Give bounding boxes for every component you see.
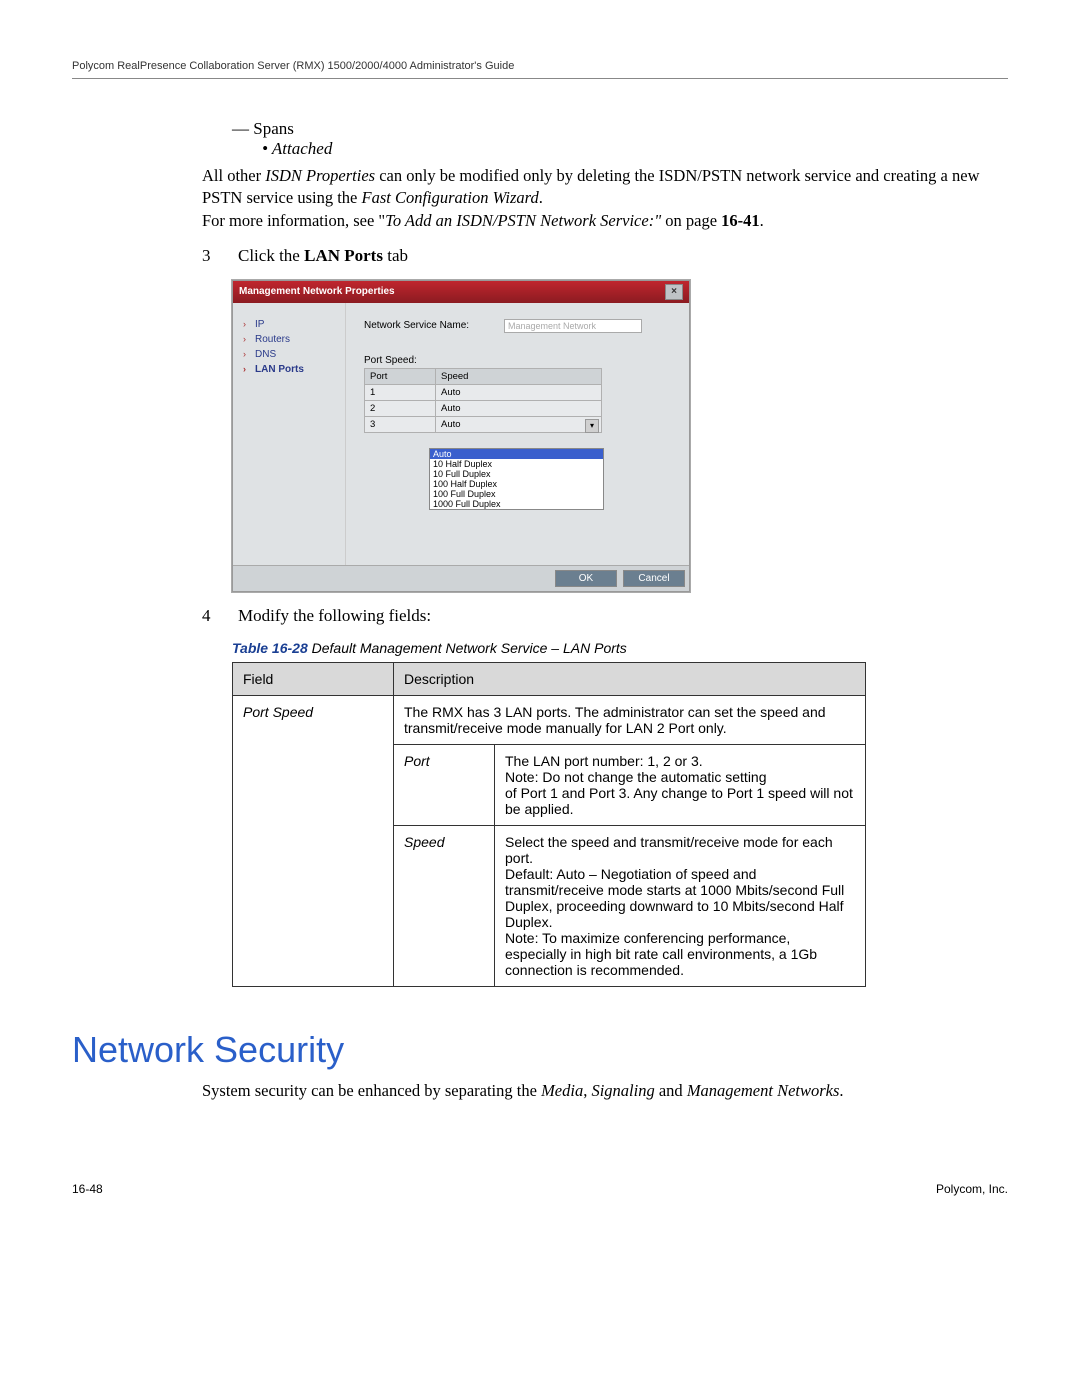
isdn-paragraph: All other ISDN Properties can only be mo… (202, 165, 1008, 232)
page-number: 16-48 (72, 1182, 103, 1196)
table-caption: Table 16-28 Default Management Network S… (232, 640, 1008, 656)
chevron-right-icon: › (243, 334, 255, 344)
cell-portspeed-field: Port Speed (233, 695, 394, 986)
port-speed-table: Port Speed 1Auto 2Auto 3Auto▾ (364, 368, 602, 433)
attached-bullet: • Attached (262, 139, 1008, 159)
port-speed-label: Port Speed: (364, 355, 671, 366)
table-row: 1Auto (365, 384, 602, 400)
company-name: Polycom, Inc. (936, 1182, 1008, 1196)
chevron-right-icon: › (243, 349, 255, 359)
nav-item-lanports[interactable]: ›LAN Ports (243, 364, 345, 375)
service-name-input[interactable]: Management Network (504, 319, 642, 333)
col-speed: Speed (436, 368, 602, 384)
step-text: Click the LAN Ports tab (238, 246, 1008, 266)
dialog-title-text: Management Network Properties (239, 286, 395, 297)
close-icon[interactable]: × (665, 284, 683, 300)
th-field: Field (233, 662, 394, 695)
dropdown-option[interactable]: 1000 Full Duplex (430, 499, 603, 509)
cancel-button[interactable]: Cancel (623, 570, 685, 587)
speed-dropdown-list[interactable]: Auto 10 Half Duplex 10 Full Duplex 100 H… (429, 448, 604, 510)
dialog-footer: OK Cancel (233, 565, 689, 591)
dropdown-option[interactable]: 100 Full Duplex (430, 489, 603, 499)
nav-item-dns[interactable]: ›DNS (243, 349, 345, 360)
col-port: Port (365, 368, 436, 384)
dropdown-option[interactable]: Auto (430, 449, 603, 459)
nav-item-ip[interactable]: ›IP (243, 319, 345, 330)
dropdown-option[interactable]: 10 Full Duplex (430, 469, 603, 479)
page-header: Polycom RealPresence Collaboration Serve… (72, 60, 1008, 72)
cell-portspeed-desc: The RMX has 3 LAN ports. The administrat… (394, 695, 866, 744)
chevron-right-icon: › (243, 319, 255, 329)
table-row: 3Auto▾ (365, 416, 602, 432)
step-number: 3 (202, 246, 238, 266)
dialog-titlebar: Management Network Properties × (233, 281, 689, 303)
dropdown-option[interactable]: 10 Half Duplex (430, 459, 603, 469)
chevron-down-icon: ▾ (585, 419, 599, 433)
table-row: 2Auto (365, 400, 602, 416)
step-4: 4 Modify the following fields: (202, 606, 1008, 626)
section-heading: Network Security (72, 1029, 1008, 1071)
chevron-right-icon: › (243, 364, 255, 374)
dialog-sidebar: ›IP ›Routers ›DNS ›LAN Ports (233, 303, 346, 565)
section-paragraph: System security can be enhanced by separ… (202, 1079, 1008, 1102)
cell-port-field: Port (394, 744, 495, 825)
step-number: 4 (202, 606, 238, 626)
ok-button[interactable]: OK (555, 570, 617, 587)
cell-speed-field: Speed (394, 825, 495, 986)
header-rule (72, 78, 1008, 79)
step-3: 3 Click the LAN Ports tab (202, 246, 1008, 266)
spans-line: — Spans (232, 119, 1008, 139)
dialog-main: Network Service Name: Management Network… (346, 303, 689, 565)
network-properties-dialog: Management Network Properties × ›IP ›Rou… (232, 280, 690, 592)
lan-ports-table: Field Description Port Speed The RMX has… (232, 662, 866, 987)
dropdown-option[interactable]: 100 Half Duplex (430, 479, 603, 489)
nav-item-routers[interactable]: ›Routers (243, 334, 345, 345)
speed-dropdown[interactable]: Auto▾ (436, 416, 602, 432)
step-text: Modify the following fields: (238, 606, 1008, 626)
page-footer: 16-48 Polycom, Inc. (72, 1182, 1008, 1196)
cell-port-desc: The LAN port number: 1, 2 or 3. Note: Do… (495, 744, 866, 825)
service-name-label: Network Service Name: (364, 320, 504, 331)
cell-speed-desc: Select the speed and transmit/receive mo… (495, 825, 866, 986)
th-description: Description (394, 662, 866, 695)
